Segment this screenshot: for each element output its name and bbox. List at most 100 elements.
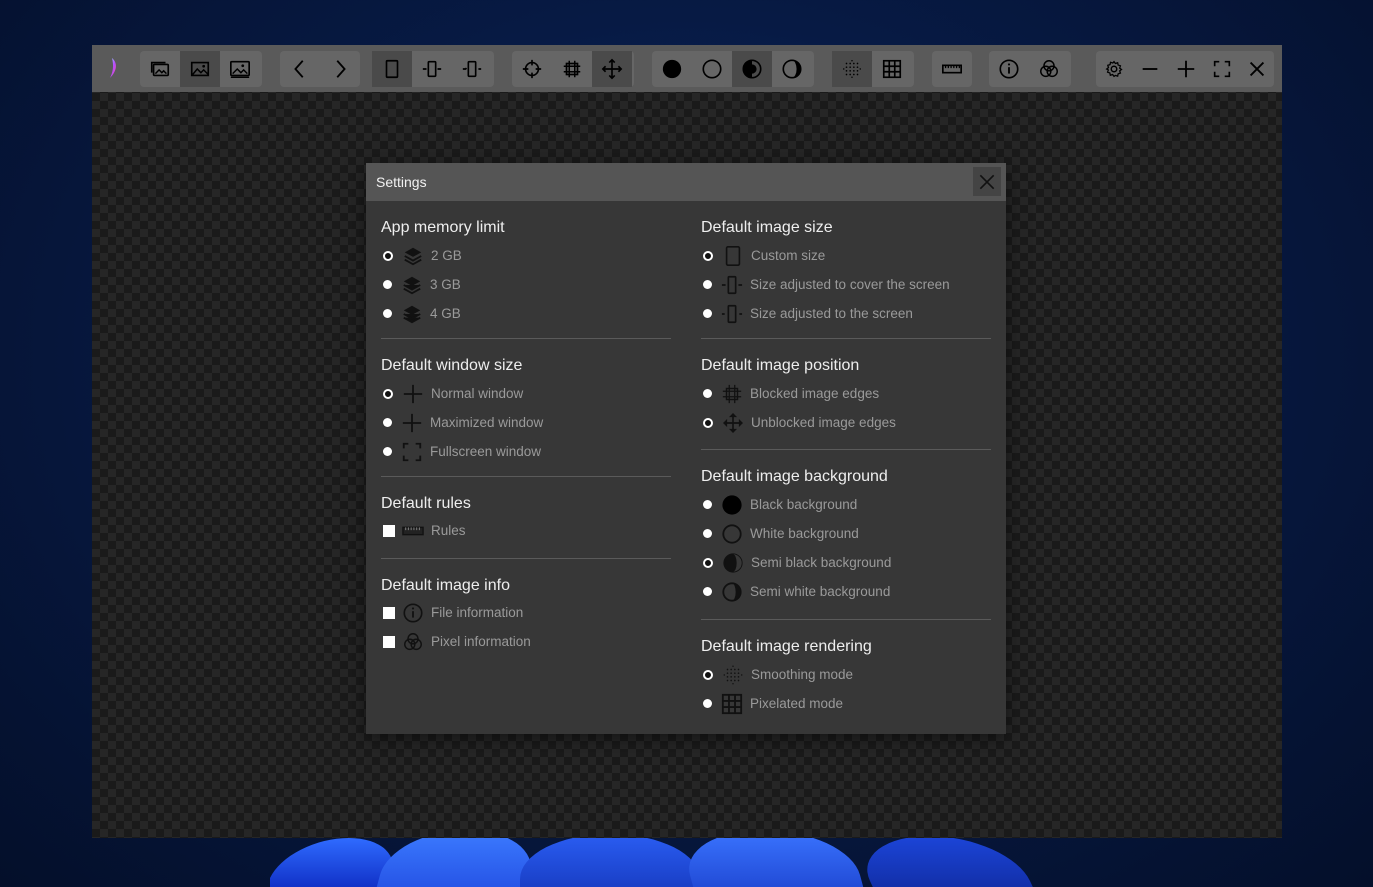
unblocked-edges-option[interactable]: Unblocked image edges (701, 408, 991, 437)
memory-option-4gb[interactable]: 4 GB (381, 299, 671, 328)
blocked-edges-icon (563, 60, 581, 78)
section-title: Default image info (381, 577, 510, 594)
image-info-section: Default image info File information Pixe… (381, 575, 671, 656)
radio-button[interactable] (703, 587, 712, 596)
image-size-cover-option[interactable]: Size adjusted to cover the screen (701, 270, 991, 299)
black-background-button[interactable] (652, 51, 692, 87)
close-window-button[interactable] (1240, 51, 1274, 87)
maximize-button[interactable] (1168, 51, 1204, 87)
radio-button[interactable] (703, 669, 713, 680)
fit-cover-icon (721, 274, 743, 296)
divider (381, 338, 671, 339)
black-background-option[interactable]: Black background (701, 490, 991, 519)
wallpaper-bloom (270, 830, 1070, 887)
radio-button[interactable] (703, 280, 712, 289)
chevron-left-icon (294, 60, 304, 78)
semi-black-icon (742, 59, 762, 79)
dialog-header: Settings (366, 163, 1006, 201)
image-frame-button[interactable] (220, 51, 260, 87)
white-background-option[interactable]: White background (701, 519, 991, 548)
color-circles-icon (402, 631, 424, 653)
radio-button[interactable] (703, 309, 712, 318)
file-info-option[interactable]: File information (381, 598, 671, 627)
semi-black-background-option[interactable]: Semi black background (701, 548, 991, 577)
memory-option-3gb[interactable]: 3 GB (381, 270, 671, 299)
semi-black-background-button[interactable] (732, 51, 772, 87)
previous-button[interactable] (280, 51, 320, 87)
black-circle-icon (662, 59, 682, 79)
rules-option[interactable]: Rules (381, 516, 671, 545)
semi-white-background-option[interactable]: Semi white background (701, 577, 991, 606)
next-button[interactable] (320, 51, 360, 87)
center-button[interactable] (512, 51, 552, 87)
pixelated-button[interactable] (872, 51, 912, 87)
custom-size-button[interactable] (372, 51, 412, 87)
dialog-close-button[interactable] (973, 167, 1001, 196)
semi-black-icon (722, 552, 744, 574)
checkbox[interactable] (383, 635, 395, 648)
divider (381, 558, 671, 559)
radio-button[interactable] (383, 418, 392, 427)
blocked-edges-button[interactable] (552, 51, 592, 87)
radio-button[interactable] (703, 500, 712, 509)
fullscreen-icon (1213, 60, 1231, 78)
image-size-fit-option[interactable]: Size adjusted to the screen (701, 299, 991, 328)
radio-button[interactable] (383, 309, 392, 318)
file-info-button[interactable] (989, 51, 1029, 87)
settings-left-column: App memory limit 2 GB 3 GB 4 GB Default … (381, 201, 671, 656)
memory-section: App memory limit 2 GB 3 GB 4 GB (381, 217, 671, 339)
blocked-edges-option[interactable]: Blocked image edges (701, 379, 991, 408)
window-option-maximized[interactable]: Maximized window (381, 408, 671, 437)
radio-button[interactable] (383, 250, 393, 261)
smoothing-button[interactable] (832, 51, 872, 87)
toolbar-group-image-size (372, 51, 494, 87)
gear-icon (1105, 60, 1123, 78)
checkbox[interactable] (383, 524, 395, 537)
rectangle-icon (722, 245, 744, 267)
pixelated-option[interactable]: Pixelated mode (701, 689, 991, 718)
radio-button[interactable] (383, 388, 393, 399)
toolbar-group-background (652, 51, 814, 87)
gallery-button[interactable] (140, 51, 180, 87)
move-icon (722, 412, 744, 434)
section-title: Default rules (381, 495, 471, 512)
app-logo (104, 57, 124, 79)
fullscreen-button[interactable] (1204, 51, 1240, 87)
pixel-info-button[interactable] (1029, 51, 1069, 87)
fit-cover-button[interactable] (412, 51, 452, 87)
pixel-info-option[interactable]: Pixel information (381, 627, 671, 656)
window-option-fullscreen[interactable]: Fullscreen window (381, 437, 671, 466)
move-button[interactable] (592, 51, 632, 87)
image-size-custom-option[interactable]: Custom size (701, 241, 991, 270)
window-option-normal[interactable]: Normal window (381, 379, 671, 408)
fullscreen-icon (401, 441, 423, 463)
radio-button[interactable] (703, 250, 713, 261)
radio-button[interactable] (383, 447, 392, 456)
white-background-button[interactable] (692, 51, 732, 87)
rectangle-icon (385, 59, 399, 79)
divider (701, 449, 991, 450)
radio-button[interactable] (703, 529, 712, 538)
move-icon (601, 58, 623, 80)
radio-button[interactable] (703, 417, 713, 428)
plus-icon (402, 383, 424, 405)
section-title: Default window size (381, 357, 523, 374)
radio-button[interactable] (703, 699, 712, 708)
image-button[interactable] (180, 51, 220, 87)
radio-button[interactable] (383, 280, 392, 289)
radio-button[interactable] (703, 389, 712, 398)
toolbar-group-image-position (512, 51, 634, 87)
rules-button[interactable] (932, 51, 972, 87)
section-title: Default image background (701, 468, 888, 485)
semi-white-background-button[interactable] (772, 51, 812, 87)
settings-button[interactable] (1096, 51, 1132, 87)
smoothing-option[interactable]: Smoothing mode (701, 660, 991, 689)
radio-button[interactable] (703, 557, 713, 568)
checkbox[interactable] (383, 606, 395, 619)
fit-screen-button[interactable] (452, 51, 492, 87)
dialog-title: Settings (376, 174, 427, 190)
white-circle-icon (702, 59, 722, 79)
divider (381, 476, 671, 477)
memory-option-2gb[interactable]: 2 GB (381, 241, 671, 270)
minimize-button[interactable] (1132, 51, 1168, 87)
